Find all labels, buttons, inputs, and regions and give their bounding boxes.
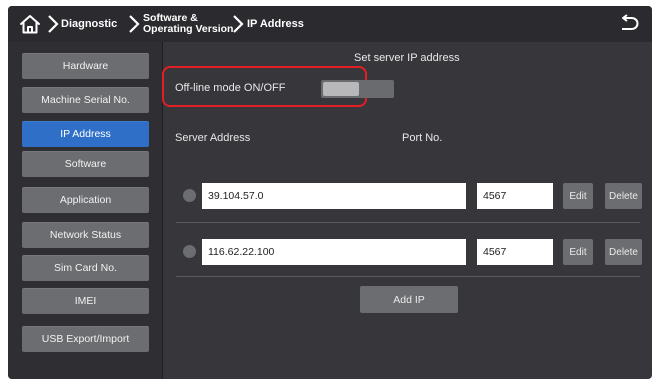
edit-button[interactable]: Edit: [563, 183, 593, 209]
port-field[interactable]: 4567: [477, 183, 553, 209]
chevron-right-icon: [233, 15, 244, 33]
offline-mode-label: Off-line mode ON/OFF: [175, 82, 286, 94]
server-radio[interactable]: [183, 245, 196, 258]
row-divider: [176, 276, 640, 277]
delete-button[interactable]: Delete: [605, 239, 642, 265]
delete-button[interactable]: Delete: [605, 183, 642, 209]
port-header: Port No.: [402, 132, 443, 144]
breadcrumb-software[interactable]: Software & Operating Version: [143, 6, 233, 42]
add-ip-button[interactable]: Add IP: [360, 286, 458, 313]
section-title: Set server IP address: [354, 52, 460, 64]
home-icon[interactable]: [18, 13, 42, 35]
offline-mode-toggle[interactable]: [321, 80, 394, 98]
sidebar-item-sim-card[interactable]: Sim Card No.: [22, 255, 149, 281]
app-window: Diagnostic Software & Operating Version …: [8, 6, 652, 379]
sidebar-item-usb-export-import[interactable]: USB Export/Import: [22, 326, 149, 352]
row-divider: [176, 222, 640, 223]
server-radio[interactable]: [183, 189, 196, 202]
back-arrow-icon[interactable]: [618, 14, 640, 34]
sidebar-item-software[interactable]: Software: [22, 151, 149, 177]
sidebar-item-hardware[interactable]: Hardware: [22, 53, 149, 79]
sidebar-item-network-status[interactable]: Network Status: [22, 222, 149, 248]
sidebar-item-application[interactable]: Application: [22, 187, 149, 213]
server-address-header: Server Address: [175, 132, 251, 144]
top-bar: Diagnostic Software & Operating Version …: [8, 6, 652, 42]
chevron-right-icon: [48, 15, 59, 33]
chevron-right-icon: [129, 15, 140, 33]
sidebar-item-ip-address[interactable]: IP Address: [22, 121, 149, 147]
sidebar-item-machine-serial[interactable]: Machine Serial No.: [22, 87, 149, 113]
breadcrumb-software-line2: Operating Version: [143, 23, 234, 35]
server-address-field[interactable]: 39.104.57.0: [202, 183, 466, 209]
breadcrumb-ip-address: IP Address: [247, 18, 304, 30]
port-field[interactable]: 4567: [477, 239, 553, 265]
edit-button[interactable]: Edit: [563, 239, 593, 265]
sidebar-item-imei[interactable]: IMEI: [22, 288, 149, 314]
toggle-knob: [323, 82, 359, 96]
breadcrumb-diagnostic[interactable]: Diagnostic: [61, 6, 117, 42]
server-address-field[interactable]: 116.62.22.100: [202, 239, 466, 265]
